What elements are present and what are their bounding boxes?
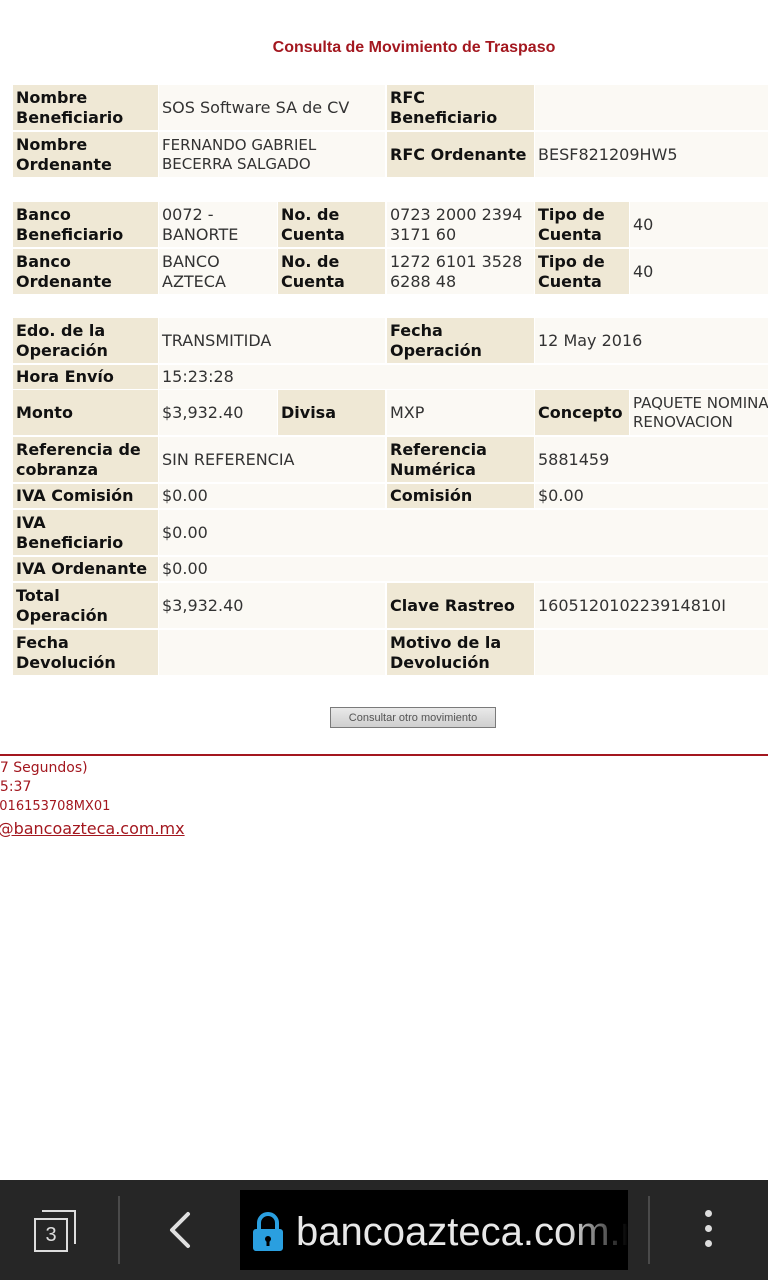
value-referencia-numerica: 5881459 [535,437,768,482]
value-cuenta-ordenante: 1272 6101 3528 6288 48 [387,249,534,294]
address-bar[interactable]: bancoazteca.com.mx [240,1190,628,1270]
value-fecha-devolucion [159,630,385,675]
value-fecha-operacion: 12 May 2016 [535,318,768,363]
footer-response-time: 27 Segundos) [0,760,88,776]
value-edo-operacion: TRANSMITIDA [159,318,385,363]
value-iva-beneficiario: $0.00 [159,510,768,555]
label-comision: Comisión [387,484,534,508]
footer-time: 15:37 [0,779,32,795]
label-nombre-beneficiario: Nombre Beneficiario [13,85,158,130]
url-fade [568,1190,628,1270]
label-edo-operacion: Edo. de la Operación [13,318,158,363]
value-clave-rastreo: 160512010223914810I [535,583,768,628]
separator [118,1196,120,1264]
label-iva-ordenante: IVA Ordenante [13,557,158,581]
label-iva-comision: IVA Comisión [13,484,158,508]
label-hora-envio: Hora Envío [13,365,158,389]
value-banco-beneficiario: 0072 - BANORTE [159,202,277,247]
label-clave-rastreo: Clave Rastreo [387,583,534,628]
label-rfc-beneficiario: RFC Beneficiario [387,85,534,130]
label-no-cuenta-ordenante: No. de Cuenta [278,249,385,294]
value-total-operacion: $3,932.40 [159,583,385,628]
value-nombre-beneficiario: SOS Software SA de CV [159,85,385,130]
value-monto: $3,932.40 [159,390,277,435]
back-icon [170,1212,190,1248]
label-nombre-ordenante: Nombre Ordenante [13,132,158,177]
label-banco-beneficiario: Banco Beneficiario [13,202,158,247]
label-fecha-devolucion: Fecha Devolución [13,630,158,675]
label-referencia-numerica: Referencia Numérica [387,437,534,482]
page-title: Consulta de Movimiento de Traspaso [272,39,556,56]
tabs-button[interactable]: 3 [30,1206,86,1256]
value-rfc-beneficiario [535,85,768,130]
tab-count: 3 [34,1218,68,1252]
label-tipo-cuenta-beneficiario: Tipo de Cuenta [535,202,629,247]
separator [648,1196,650,1264]
label-rfc-ordenante: RFC Ordenante [387,132,534,177]
value-banco-ordenante: BANCO AZTECA [159,249,277,294]
lock-icon [253,1212,283,1251]
label-tipo-cuenta-ordenante: Tipo de Cuenta [535,249,629,294]
value-tipo-cuenta-beneficiario: 40 [630,202,768,247]
back-button[interactable] [160,1208,204,1252]
label-no-cuenta-beneficiario: No. de Cuenta [278,202,385,247]
value-rfc-ordenante: BESF821209HW5 [535,132,768,177]
value-motivo-devolucion [535,630,768,675]
value-iva-ordenante: $0.00 [159,557,768,581]
label-monto: Monto [13,390,158,435]
value-referencia-cobranza: SIN REFERENCIA [159,437,385,482]
value-cuenta-beneficiario: 0723 2000 2394 3171 60 [387,202,534,247]
label-banco-ordenante: Banco Ordenante [13,249,158,294]
footer-folio: 2016153708MX01 [0,799,111,814]
value-iva-comision: $0.00 [159,484,385,508]
consultar-otro-movimiento-button[interactable]: Consultar otro movimiento [330,707,496,728]
label-total-operacion: Total Operación [13,583,158,628]
label-divisa: Divisa [278,390,385,435]
value-tipo-cuenta-ordenante: 40 [630,249,768,294]
label-motivo-devolucion: Motivo de la Devolución [387,630,534,675]
footer-divider [0,754,768,756]
menu-icon [696,1210,720,1247]
value-concepto: PAQUETE NOMINA RENOVACION [630,390,768,435]
browser-bottom-bar: 3 bancoazteca.com.mx [0,1180,768,1280]
label-iva-beneficiario: IVA Beneficiario [13,510,158,555]
label-concepto: Concepto [535,390,629,435]
menu-button[interactable] [696,1210,720,1254]
value-nombre-ordenante: FERNANDO GABRIEL BECERRA SALGADO [159,132,385,177]
label-fecha-operacion: Fecha Operación [387,318,534,363]
value-hora-envio: 15:23:28 [159,365,768,389]
value-comision: $0.00 [535,484,768,508]
label-referencia-cobranza: Referencia de cobranza [13,437,158,482]
footer-email-link[interactable]: r@bancoazteca.com.mx [0,820,185,838]
value-divisa: MXP [387,390,534,435]
